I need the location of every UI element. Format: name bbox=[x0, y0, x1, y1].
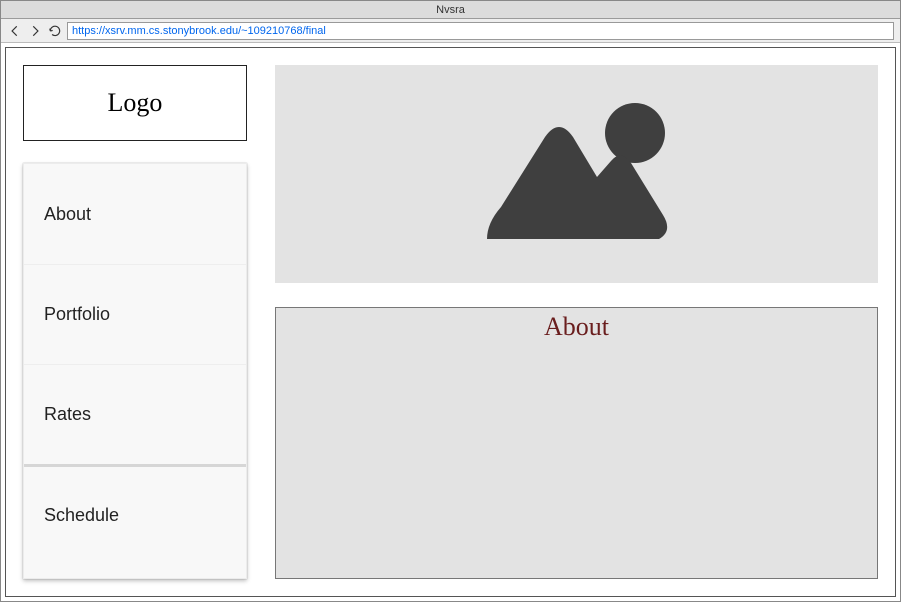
forward-arrow-icon bbox=[28, 24, 42, 38]
logo-box[interactable]: Logo bbox=[23, 65, 247, 141]
image-placeholder-icon bbox=[467, 89, 687, 259]
nav-item-portfolio[interactable]: Portfolio bbox=[24, 264, 246, 364]
back-button[interactable] bbox=[7, 23, 23, 39]
about-heading: About bbox=[544, 312, 609, 342]
nav-item-rates[interactable]: Rates bbox=[24, 364, 246, 464]
nav-item-label: Rates bbox=[44, 404, 91, 425]
viewport: Logo About Portfolio Rates Schedule bbox=[1, 43, 900, 601]
nav-item-label: Portfolio bbox=[44, 304, 110, 325]
page: Logo About Portfolio Rates Schedule bbox=[5, 47, 896, 597]
right-column: About bbox=[275, 65, 878, 579]
back-arrow-icon bbox=[8, 24, 22, 38]
nav-item-label: About bbox=[44, 204, 91, 225]
nav-item-label: Schedule bbox=[44, 505, 119, 526]
left-column: Logo About Portfolio Rates Schedule bbox=[23, 65, 247, 579]
about-panel: About bbox=[275, 307, 878, 579]
forward-button[interactable] bbox=[27, 23, 43, 39]
nav-list: About Portfolio Rates Schedule bbox=[23, 163, 247, 579]
logo-text: Logo bbox=[108, 88, 163, 118]
window-title-bar: Nvsra bbox=[1, 1, 900, 19]
nav-item-schedule[interactable]: Schedule bbox=[24, 464, 246, 564]
reload-icon bbox=[48, 24, 62, 38]
window-title: Nvsra bbox=[436, 4, 465, 16]
reload-button[interactable] bbox=[47, 23, 63, 39]
address-bar[interactable] bbox=[67, 22, 894, 40]
browser-window: Nvsra Logo About Port bbox=[0, 0, 901, 602]
nav-item-about[interactable]: About bbox=[24, 164, 246, 264]
toolbar bbox=[1, 19, 900, 43]
hero-image-placeholder bbox=[275, 65, 878, 283]
